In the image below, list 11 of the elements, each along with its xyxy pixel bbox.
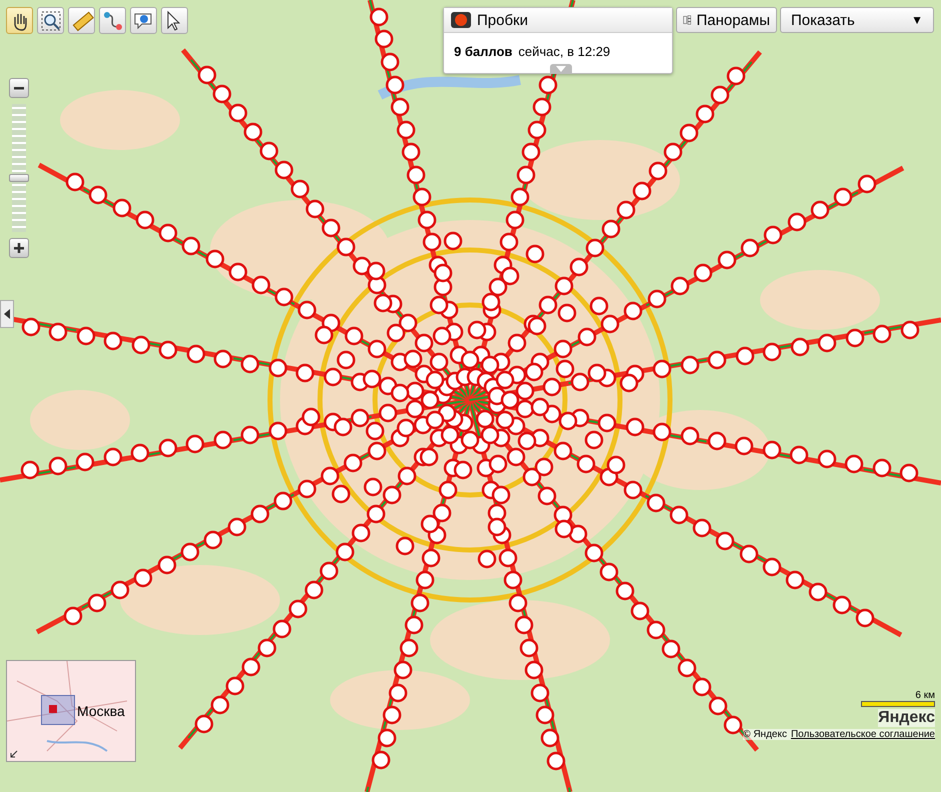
- copyright: © Яндекс: [743, 729, 787, 740]
- panoramas-button[interactable]: Панорамы: [676, 7, 777, 33]
- traffic-score: 9 баллов: [454, 44, 512, 59]
- agreement-link[interactable]: Пользовательское соглашение: [790, 729, 935, 740]
- minimap[interactable]: Москва: [6, 660, 136, 762]
- update-time: сейчас, в 12:29: [518, 44, 610, 59]
- show-dropdown[interactable]: Показать ▼: [780, 7, 934, 33]
- scale-label: 6 км: [915, 690, 935, 701]
- city-label: Москва: [77, 703, 125, 719]
- logo: Яндекс: [878, 709, 935, 727]
- traffic-button[interactable]: Пробки: [444, 8, 672, 33]
